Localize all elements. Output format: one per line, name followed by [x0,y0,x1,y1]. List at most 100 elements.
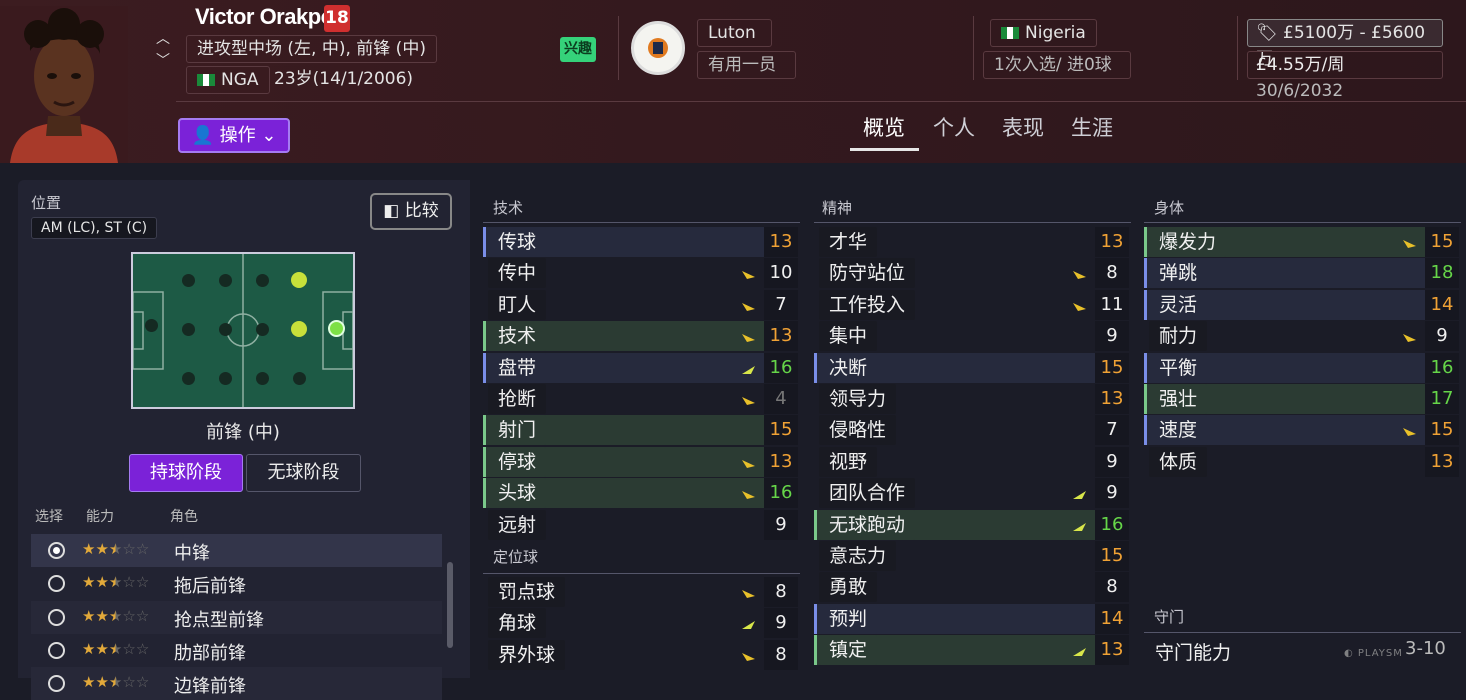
nationality-chip[interactable]: NGA [186,66,270,94]
attribute-row[interactable]: 防守站位 8 [814,258,1129,289]
attribute-row[interactable]: 勇敢 8 [814,572,1129,603]
position-dot-striker-selected[interactable] [328,320,345,337]
position-dot[interactable] [219,323,232,336]
attribute-row[interactable]: 决断 15 [814,352,1129,383]
section-mental: 精神 [822,199,853,217]
attribute-row[interactable]: 灵活 14 [1144,289,1459,320]
player-photo [0,6,128,163]
attribute-value: 8 [764,577,798,607]
position-dot[interactable] [182,372,195,385]
trend-arrow-icon [741,648,756,661]
role-radio[interactable] [48,575,65,593]
attribute-row[interactable]: 盘带 16 [483,352,798,383]
next-player-arrow-icon[interactable]: ﹀ [156,50,170,70]
highlight-bar [1144,258,1147,289]
role-radio[interactable] [48,641,65,659]
attribute-row[interactable]: 抢断 4 [483,384,798,414]
section-setpieces: 定位球 [493,548,539,566]
attribute-row[interactable]: 体质 13 [1144,446,1459,477]
trend-up-icon [1072,643,1087,657]
attribute-row[interactable]: 领导力 13 [814,384,1129,414]
active-tab-indicator [850,148,919,151]
position-dot[interactable] [256,323,269,336]
attribute-row[interactable]: 头球 16 [483,478,798,509]
pitch-diagram[interactable] [131,252,355,409]
position-dot[interactable] [293,372,306,385]
attribute-row[interactable]: 才华 13 [814,227,1129,257]
attribute-row[interactable]: 集中 9 [814,321,1129,352]
position-dot[interactable] [219,274,232,287]
attribute-row[interactable]: 平衡 16 [1144,352,1459,383]
position-dot[interactable] [256,274,269,287]
role-row[interactable]: ★★★☆☆ 边锋前锋 [31,667,442,700]
previous-player-arrow-icon[interactable]: ︿ [156,28,170,48]
attribute-row[interactable]: 传中 10 [483,258,798,289]
attribute-value: 13 [764,321,798,352]
role-row[interactable]: ★★★☆☆ 肋部前锋 [31,634,442,667]
position-dot[interactable] [182,274,195,287]
attribute-row[interactable]: 盯人 7 [483,289,798,320]
role-list-scrollbar[interactable] [447,562,453,648]
attribute-row[interactable]: 强壮 17 [1144,384,1459,414]
attribute-row[interactable]: 团队合作 9 [814,478,1129,509]
nation-chip[interactable]: Nigeria [990,19,1097,47]
role-radio[interactable] [48,542,65,559]
trend-arrow-icon [741,392,756,405]
attribute-row[interactable]: 预判 14 [814,603,1129,634]
attribute-row[interactable]: 射门 15 [483,415,798,446]
actions-button[interactable]: 👤 操作 ⌄ [178,118,290,153]
tab-overview[interactable]: 概览 [863,112,905,142]
chevron-down-icon: ⌄ [261,125,277,146]
attribute-row[interactable]: 罚点球 8 [483,577,798,607]
position-dot[interactable] [219,372,232,385]
attribute-row[interactable]: 传球 13 [483,227,798,257]
club-name[interactable]: Luton [697,19,772,47]
position-dot[interactable] [256,372,269,385]
club-crest-icon[interactable] [631,21,685,75]
trend-up-icon [1072,486,1087,500]
tab-performance[interactable]: 表现 [1002,112,1044,142]
role-row[interactable]: ★★★☆☆ 拖后前锋 [31,567,442,600]
role-name: 抢点型前锋 [174,609,264,631]
attribute-row[interactable]: 技术 13 [483,321,798,352]
attribute-name: 传球 [488,227,547,257]
position-dot[interactable] [145,319,158,332]
attribute-row[interactable]: 停球 13 [483,446,798,477]
role-row[interactable]: ★★★☆☆ 抢点型前锋 [31,600,442,634]
in-possession-tab[interactable]: 持球阶段 [129,454,243,492]
attribute-value: 16 [1425,352,1459,383]
attribute-row[interactable]: 远射 9 [483,509,798,540]
role-ability-stars: ★★★☆☆ [82,573,150,592]
role-radio[interactable] [48,608,65,626]
attribute-value: 13 [764,227,798,257]
value-range-chip[interactable]: 🏷 £5100万 - £5600万 [1247,19,1443,69]
attribute-name: 才华 [819,227,878,257]
out-of-possession-tab[interactable]: 无球阶段 [246,454,361,492]
attribute-row[interactable]: 视野 9 [814,446,1129,477]
attribute-row[interactable]: 镇定 13 [814,635,1129,666]
attribute-row[interactable]: 角球 9 [483,608,798,639]
attribute-value: 4 [764,384,798,414]
tab-career[interactable]: 生涯 [1071,112,1113,142]
attribute-name: 视野 [819,446,878,477]
tab-personal[interactable]: 个人 [933,112,975,142]
attribute-value: 9 [1425,321,1459,352]
attribute-value: 15 [1425,415,1459,446]
highlight-bar [1144,289,1147,320]
attribute-name: 灵活 [1149,289,1208,320]
attribute-row[interactable]: 无球跑动 16 [814,509,1129,540]
compare-button[interactable]: ◧ 比较 [370,193,452,230]
position-dot[interactable] [182,323,195,336]
attribute-row[interactable]: 爆发力 15 [1144,227,1459,257]
attribute-row[interactable]: 耐力 9 [1144,321,1459,352]
role-row[interactable]: ★★★☆☆ 中锋 [31,534,442,567]
attribute-row[interactable]: 速度 15 [1144,415,1459,446]
attribute-row[interactable]: 工作投入 11 [814,289,1129,320]
attribute-row[interactable]: 弹跳 18 [1144,258,1459,289]
position-dot-am-centre[interactable] [291,321,307,337]
attribute-row[interactable]: 界外球 8 [483,639,798,670]
attribute-row[interactable]: 意志力 15 [814,541,1129,571]
attribute-row[interactable]: 侵略性 7 [814,415,1129,446]
attribute-value: 17 [1425,384,1459,414]
position-dot-am-left[interactable] [291,272,307,288]
